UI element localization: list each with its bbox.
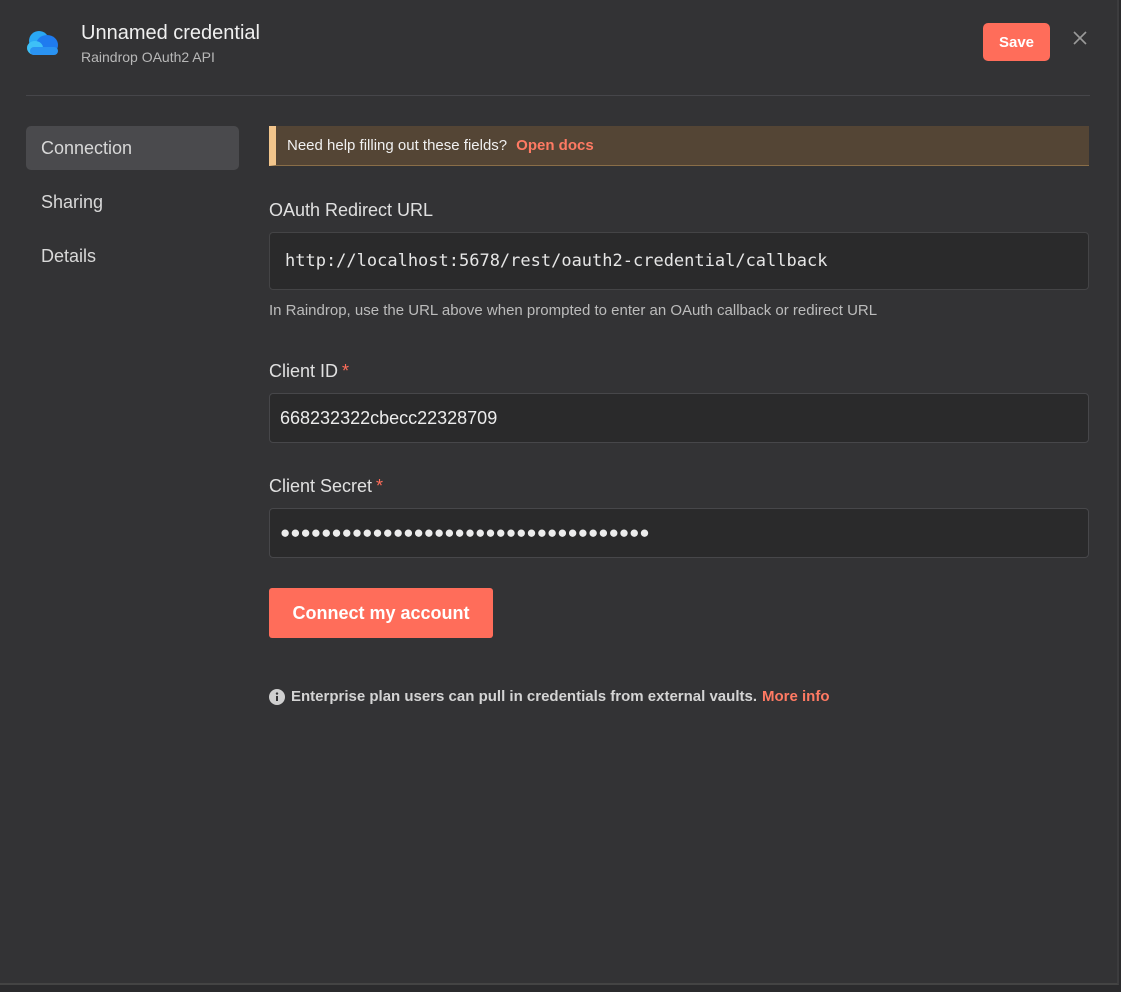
- enterprise-text: Enterprise plan users can pull in creden…: [291, 688, 757, 705]
- client-id-input[interactable]: 668232322cbecc22328709: [269, 393, 1089, 443]
- redirect-url-label-text: OAuth Redirect URL: [269, 200, 434, 220]
- help-callout: Need help filling out these fields? Open…: [269, 126, 1089, 166]
- header-divider: [26, 95, 1090, 96]
- more-info-link[interactable]: More info: [762, 688, 830, 705]
- connection-panel: Need help filling out these fields? Open…: [269, 126, 1089, 705]
- sidebar-item-connection[interactable]: Connection: [26, 126, 239, 170]
- sidebar-item-details[interactable]: Details: [26, 234, 239, 278]
- credential-modal: Unnamed credential Raindrop OAuth2 API S…: [0, 0, 1119, 985]
- redirect-url-hint: In Raindrop, use the URL above when prom…: [269, 302, 878, 319]
- open-docs-link[interactable]: Open docs: [516, 137, 594, 154]
- redirect-url-field[interactable]: http://localhost:5678/rest/oauth2-creden…: [269, 232, 1089, 290]
- required-mark: *: [342, 361, 350, 381]
- required-mark: *: [376, 476, 384, 496]
- redirect-url-label: OAuth Redirect URL: [269, 200, 1089, 221]
- raindrop-cloud-icon: [27, 31, 58, 55]
- enterprise-notice: Enterprise plan users can pull in creden…: [269, 688, 1089, 705]
- client-id-label-text: Client ID: [269, 361, 339, 381]
- sidebar-item-sharing[interactable]: Sharing: [26, 180, 239, 224]
- client-secret-label: Client Secret *: [269, 476, 1089, 497]
- credential-type-subtitle: Raindrop OAuth2 API: [81, 49, 215, 65]
- client-id-label: Client ID *: [269, 361, 1089, 382]
- credential-title[interactable]: Unnamed credential: [81, 22, 260, 45]
- sidebar-nav: Connection Sharing Details: [26, 126, 239, 288]
- save-button[interactable]: Save: [983, 23, 1050, 61]
- client-secret-input[interactable]: ●●●●●●●●●●●●●●●●●●●●●●●●●●●●●●●●●●●●: [269, 508, 1089, 558]
- close-icon[interactable]: [1070, 28, 1090, 48]
- modal-header: Unnamed credential Raindrop OAuth2 API S…: [26, 18, 1087, 78]
- connect-account-button[interactable]: Connect my account: [269, 588, 493, 638]
- client-secret-label-text: Client Secret: [269, 476, 373, 496]
- info-icon: [269, 688, 285, 705]
- help-text: Need help filling out these fields?: [287, 137, 508, 154]
